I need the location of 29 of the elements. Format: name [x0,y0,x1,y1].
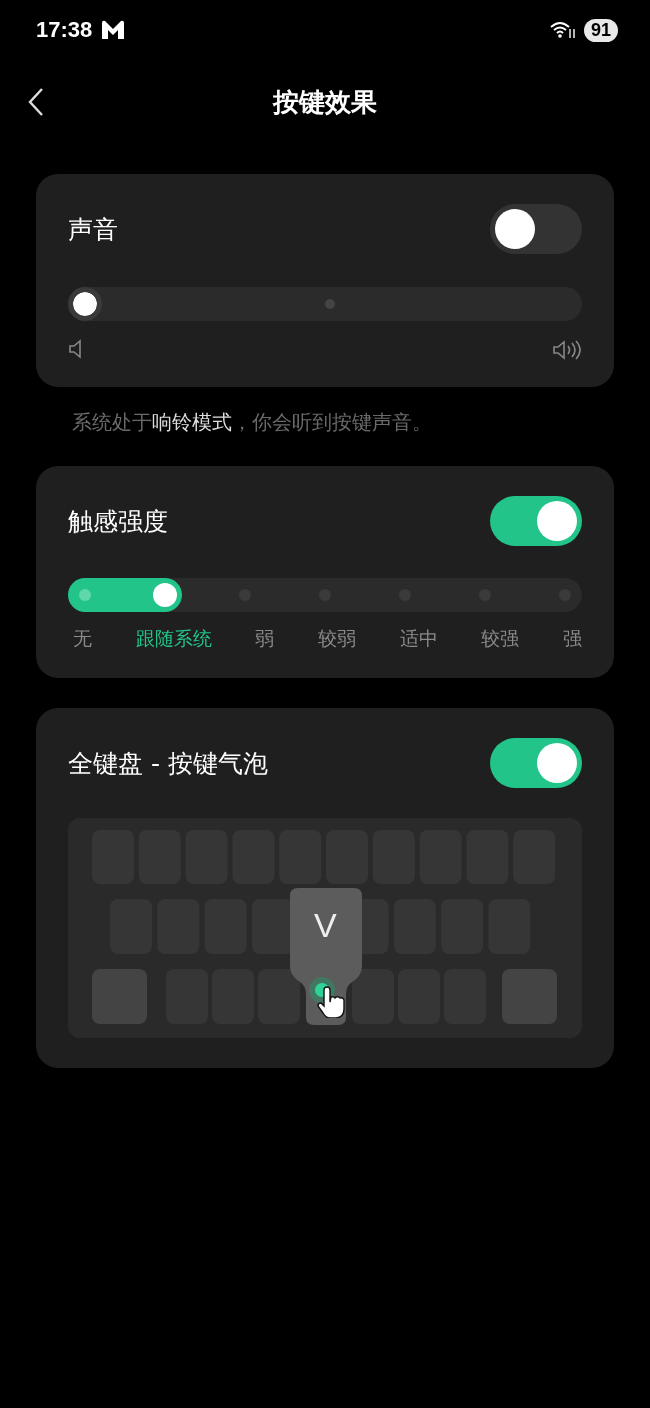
wifi-icon [549,20,576,40]
intensity-fill[interactable] [68,578,182,612]
ring-mode-note: 系统处于响铃模式，你会听到按键声音。 [72,409,433,436]
status-time: 17:38 [36,17,93,43]
intensity-option[interactable]: 跟随系统 [135,626,212,652]
hand-pointer-icon [308,976,348,1018]
intensity-option[interactable]: 适中 [399,626,438,652]
intensity-option[interactable]: 较强 [481,626,520,652]
app-logo-icon [100,19,127,41]
volume-thumb[interactable] [68,287,102,321]
intensity-option[interactable]: 强 [562,626,582,652]
setting-title: 全键盘 - 按键气泡 [68,747,268,780]
intensity-slider[interactable] [68,578,582,612]
battery-level: 91 [583,18,618,42]
setting-title: 触感强度 [68,505,168,538]
intensity-option[interactable]: 无 [73,626,92,652]
speaker-loud-icon [552,339,582,361]
intensity-option[interactable]: 较弱 [317,626,356,652]
haptics-toggle[interactable] [490,496,582,546]
key-label: V [314,906,337,945]
slider-tick-mark [325,299,335,309]
speaker-icon [68,339,82,359]
intensity-option[interactable]: 弱 [255,626,275,652]
volume-slider[interactable] [68,287,582,321]
page-title: 按键效果 [273,85,377,119]
setting-title: 声音 [68,213,118,246]
key-bubble-toggle[interactable] [490,738,582,788]
back-icon[interactable] [28,87,44,117]
sound-toggle[interactable] [490,204,582,254]
